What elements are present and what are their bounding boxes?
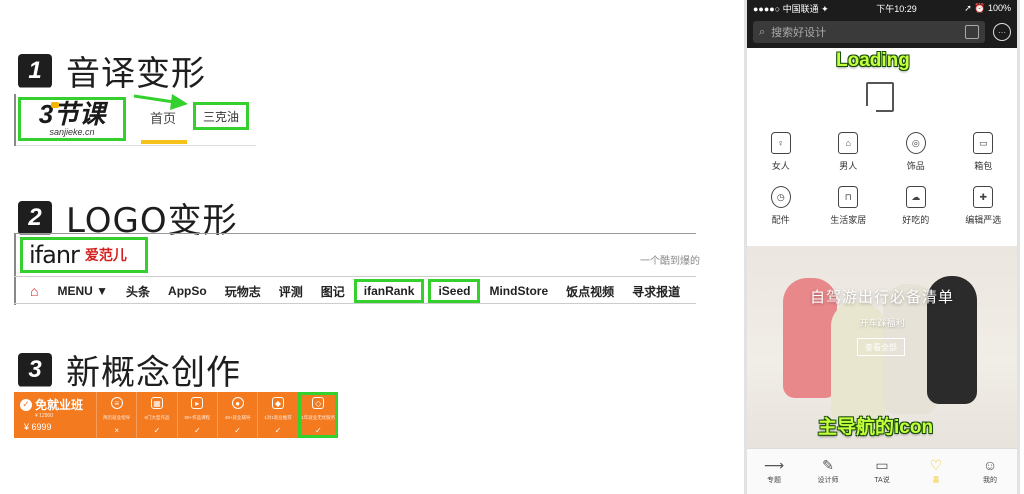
shirt-icon: ⌂ — [838, 132, 859, 154]
course-price: ¥ 6999 — [24, 422, 52, 432]
status-bar: ●●●●○ 中国联通 ✦ 下午10:29 ➚ ⏰ 100% — [747, 0, 1017, 16]
ifanr-nav: ⌂ MENU ▼ 头条 AppSo 玩物志 评测 图记 ifanRank iSe… — [30, 279, 689, 303]
play-icon: ▸ — [191, 397, 204, 409]
watch-icon: ◷ — [770, 186, 791, 208]
tab-ta-says[interactable]: ▭ TA说 — [855, 449, 909, 494]
loading-icon — [864, 82, 894, 114]
feature-item[interactable]: ◆ 1对1就业推荐 ✓ — [257, 392, 297, 438]
section-3-heading: 3 新概念创作 — [18, 345, 241, 394]
logo-zh: 爱范儿 — [84, 247, 127, 263]
search-icon: ⌕ — [759, 25, 766, 38]
handshake-icon: ◇ — [312, 397, 325, 409]
active-underline — [141, 140, 187, 144]
category-jewelry[interactable]: ◎ 饰品 — [882, 132, 950, 172]
nav-tuji[interactable]: 图记 — [312, 279, 354, 303]
carrier: ●●●●○ 中国联通 ✦ — [753, 3, 829, 14]
nav-headline[interactable]: 头条 — [117, 279, 159, 303]
home-icon[interactable]: ⌂ — [30, 279, 48, 303]
target-icon: ● — [231, 397, 244, 409]
slide: 1 音译变形 3节课 sanjieke.cn 首页 三克油 2 LOGO变形 i… — [0, 0, 1024, 494]
loading-label: Loading — [836, 50, 910, 71]
category-grid: ♀ 女人 ⌂ 男人 ◎ 饰品 ▭ 箱包 ◷ 配件 ⊓ 生活家居 ☁ 好吃的 ✚ 编辑严选 — [747, 132, 1017, 226]
category-home[interactable]: ⊓ 生活家居 — [815, 186, 883, 226]
tab-profile[interactable]: ☺ 我的 — [963, 449, 1017, 494]
check-icon: ✓ — [20, 398, 32, 411]
feature-item[interactable]: ▸ 80+作品课程 ✓ — [176, 392, 217, 438]
gift-icon: ✚ — [973, 186, 994, 208]
tab-topics[interactable]: ⟶ 专题 — [747, 449, 801, 494]
divider — [14, 303, 696, 304]
course-bar: ✓ 免就业班 ¥ 12800 ¥ 6999 ≡ 简历就业指导 × ▦ 8门大型作… — [14, 392, 338, 438]
banner-button[interactable]: 查看全部 — [857, 338, 905, 356]
section-title: 音译变形 — [66, 54, 206, 94]
feature-item[interactable]: ● 48+就业辅导 ✓ — [216, 392, 257, 438]
course-original-price: ¥ 12800 — [35, 413, 54, 419]
category-bags[interactable]: ▭ 箱包 — [950, 132, 1018, 172]
main-nav-icon-label: 主导航的icon — [818, 417, 934, 438]
logo-domain: sanjieke.cn — [49, 127, 95, 137]
nav-iseed[interactable]: iSeed — [428, 279, 481, 303]
tab-likes[interactable]: ♡ 喜 — [909, 449, 963, 494]
clock: 下午10:29 — [876, 3, 917, 14]
category-food[interactable]: ☁ 好吃的 — [882, 186, 950, 226]
search-bar: ⌕ 搜索好设计 ··· — [747, 16, 1017, 48]
nav-report[interactable]: 寻求报道 — [623, 279, 689, 303]
section-1-heading: 1 音译变形 — [18, 46, 206, 95]
banner-title: 自驾游出行必备清单 — [809, 289, 954, 306]
nav-mindstore[interactable]: MindStore — [480, 279, 557, 303]
nav-appso[interactable]: AppSo — [159, 279, 216, 303]
lamp-icon: ⊓ — [838, 186, 859, 208]
section-title: 新概念创作 — [66, 353, 241, 393]
layers-icon: ◆ — [271, 397, 284, 409]
cupcake-icon: ☁ — [905, 186, 926, 208]
tab-designers[interactable]: ✎ 设计师 — [801, 449, 855, 494]
course-title: 免就业班 — [35, 398, 84, 412]
banner-subtitle: 开车踩福利 — [859, 318, 905, 328]
grid-icon: ▦ — [150, 397, 163, 409]
user-icon: ☺ — [982, 457, 998, 473]
feature-item[interactable]: ▦ 8门大型作品 ✓ — [136, 392, 176, 438]
nav-ifanrank[interactable]: ifanRank — [353, 279, 425, 303]
dress-icon: ♀ — [770, 132, 791, 154]
message-icon[interactable]: ··· — [993, 23, 1011, 41]
section-number-badge: 3 — [18, 352, 52, 387]
nav-home-link[interactable]: 首页 — [150, 108, 176, 127]
bag-icon: ▭ — [973, 132, 994, 154]
section-number-badge: 2 — [18, 200, 52, 235]
logo-dot — [51, 102, 59, 108]
section-number-badge: 1 — [18, 53, 52, 88]
document-icon: ≡ — [110, 397, 123, 409]
sanjieke-logo[interactable]: 3节课 sanjieke.cn — [18, 97, 126, 141]
pen-icon: ✎ — [822, 457, 834, 473]
scan-icon[interactable] — [965, 25, 979, 39]
category-accessories[interactable]: ◷ 配件 — [747, 186, 815, 226]
divider — [14, 276, 696, 277]
search-placeholder: 搜索好设计 — [771, 27, 827, 39]
category-women[interactable]: ♀ 女人 — [747, 132, 815, 172]
chat-bubble-icon: ▭ — [875, 457, 889, 473]
logo-en: ifanr — [29, 241, 80, 269]
nav-video[interactable]: 饭点视频 — [557, 279, 623, 303]
course-summary[interactable]: ✓ 免就业班 ¥ 12800 ¥ 6999 — [14, 392, 96, 438]
logo-mark: 3节课 — [38, 99, 106, 129]
feature-item-highlighted[interactable]: ◇ 1年就业无忧服务 ✓ — [297, 392, 338, 438]
slogan-text: 一个酷到爆的 — [640, 256, 700, 267]
category-editor-pick[interactable]: ✚ 编辑严选 — [950, 186, 1018, 226]
category-men[interactable]: ⌂ 男人 — [815, 132, 883, 172]
heart-icon: ♡ — [929, 457, 943, 473]
ring-icon: ◎ — [905, 132, 926, 154]
battery: ➚ ⏰ 100% — [964, 2, 1011, 13]
nav-sankeyou-link[interactable]: 三克油 — [193, 102, 249, 130]
nav-wanwuzhi[interactable]: 玩物志 — [216, 279, 270, 303]
arrow-icon: ⟶ — [763, 457, 785, 473]
ifanr-logo[interactable]: ifanr 爱范儿 — [20, 237, 148, 273]
nav-menu[interactable]: MENU ▼ — [48, 279, 117, 303]
nav-review[interactable]: 评测 — [270, 279, 312, 303]
search-input[interactable]: ⌕ 搜索好设计 — [753, 21, 985, 43]
feature-item[interactable]: ≡ 简历就业指导 × — [96, 392, 136, 438]
tab-bar: ⟶ 专题 ✎ 设计师 ▭ TA说 ♡ 喜 ☺ 我的 — [747, 448, 1017, 494]
